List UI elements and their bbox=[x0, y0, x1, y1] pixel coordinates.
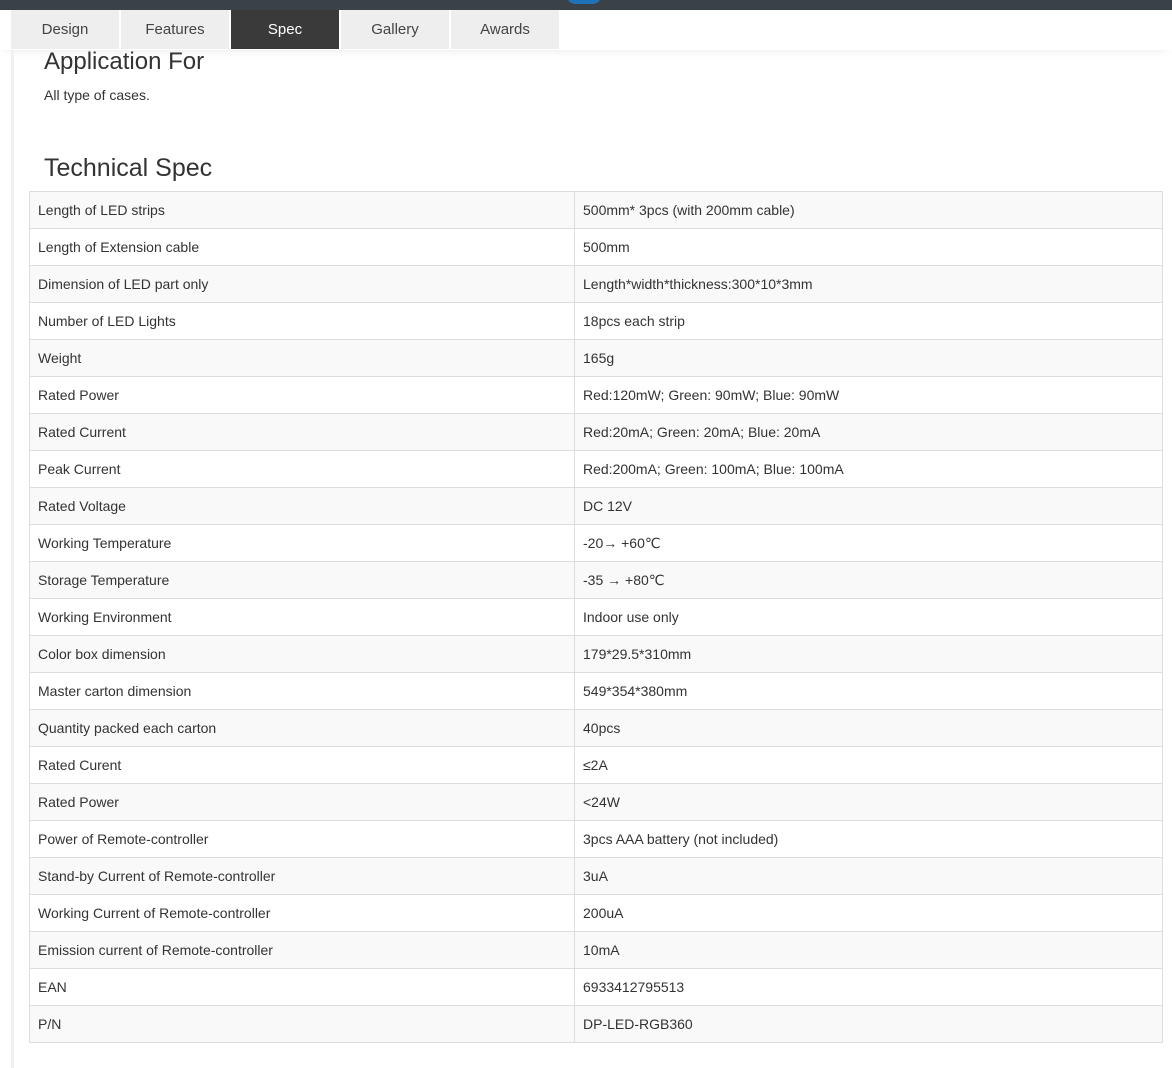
spec-row: Weight 165g bbox=[29, 339, 1163, 377]
spec-key: Rated Curent bbox=[29, 746, 575, 784]
spec-key: Emission current of Remote-controller bbox=[29, 931, 575, 969]
application-heading: Application For bbox=[44, 48, 205, 75]
product-tabs: Design Features Spec Gallery Awards bbox=[11, 10, 561, 49]
spec-row: Dimension of LED part only Length*width*t… bbox=[29, 265, 1163, 303]
spec-value: Indoor use only bbox=[574, 598, 1163, 636]
spec-value: -20→ +60℃ bbox=[574, 524, 1163, 562]
spec-value: 500mm bbox=[574, 228, 1163, 266]
spec-row: Length of LED strips 500mm* 3pcs (with 20… bbox=[29, 191, 1163, 229]
spec-row: Working Environment Indoor use only bbox=[29, 598, 1163, 636]
spec-value: 40pcs bbox=[574, 709, 1163, 747]
spec-key: Weight bbox=[29, 339, 575, 377]
navbar-indicator bbox=[566, 0, 602, 4]
tab-gallery[interactable]: Gallery bbox=[341, 10, 449, 49]
spec-row: Number of LED Lights 18pcs each strip bbox=[29, 302, 1163, 340]
spec-row: Rated Curent ≤2A bbox=[29, 746, 1163, 784]
spec-key: Peak Current bbox=[29, 450, 575, 488]
tab-awards[interactable]: Awards bbox=[451, 10, 559, 49]
spec-key: Stand-by Current of Remote-controller bbox=[29, 857, 575, 895]
spec-row: EAN 6933412795513 bbox=[29, 968, 1163, 1006]
content-left-border bbox=[11, 50, 14, 1068]
spec-key: Quantity packed each carton bbox=[29, 709, 575, 747]
spec-key: Working Environment bbox=[29, 598, 575, 636]
spec-value: 6933412795513 bbox=[574, 968, 1163, 1006]
spec-value: 3pcs AAA battery (not included) bbox=[574, 820, 1163, 858]
spec-key: Rated Power bbox=[29, 376, 575, 414]
spec-key: Master carton dimension bbox=[29, 672, 575, 710]
spec-value: 549*354*380mm bbox=[574, 672, 1163, 710]
spec-row: Length of Extension cable 500mm bbox=[29, 228, 1163, 266]
spec-row: Rated Voltage DC 12V bbox=[29, 487, 1163, 525]
spec-value: 500mm* 3pcs (with 200mm cable) bbox=[574, 191, 1163, 229]
spec-value: 18pcs each strip bbox=[574, 302, 1163, 340]
tab-design[interactable]: Design bbox=[11, 10, 119, 49]
spec-value: -35 → +80℃ bbox=[574, 561, 1163, 599]
spec-key: P/N bbox=[29, 1005, 575, 1043]
spec-row: Peak Current Red:200mA; Green: 100mA; Blu… bbox=[29, 450, 1163, 488]
spec-table-body: Length of LED strips 500mm* 3pcs (with 20… bbox=[29, 191, 1163, 1043]
tab-spec[interactable]: Spec bbox=[231, 10, 339, 49]
spec-row: Power of Remote-controller 3pcs AAA batte… bbox=[29, 820, 1163, 858]
tab-features[interactable]: Features bbox=[121, 10, 229, 49]
spec-key: Color box dimension bbox=[29, 635, 575, 673]
spec-row: Rated Current Red:20mA; Green: 20mA; Blue… bbox=[29, 413, 1163, 451]
technical-spec-heading: Technical Spec bbox=[44, 154, 213, 182]
spec-row: Rated Power <24W bbox=[29, 783, 1163, 821]
spec-value: 179*29.5*310mm bbox=[574, 635, 1163, 673]
spec-value: Red:200mA; Green: 100mA; Blue: 100mA bbox=[574, 450, 1163, 488]
spec-row: Rated Power Red:120mW; Green: 90mW; Blue:… bbox=[29, 376, 1163, 414]
spec-value: 200uA bbox=[574, 894, 1163, 932]
spec-key: Power of Remote-controller bbox=[29, 820, 575, 858]
spec-table: Length of LED strips 500mm* 3pcs (with 20… bbox=[29, 191, 1163, 1043]
top-navbar bbox=[0, 0, 1172, 10]
spec-key: EAN bbox=[29, 968, 575, 1006]
spec-row: P/N DP-LED-RGB360 bbox=[29, 1005, 1163, 1043]
spec-row: Emission current of Remote-controller 10m… bbox=[29, 931, 1163, 969]
spec-key: Working Temperature bbox=[29, 524, 575, 562]
spec-key: Working Current of Remote-controller bbox=[29, 894, 575, 932]
spec-key: Number of LED Lights bbox=[29, 302, 575, 340]
spec-key: Rated Power bbox=[29, 783, 575, 821]
spec-value: DP-LED-RGB360 bbox=[574, 1005, 1163, 1043]
spec-row: Storage Temperature -35 → +80℃ bbox=[29, 561, 1163, 599]
spec-row: Working Temperature -20→ +60℃ bbox=[29, 524, 1163, 562]
spec-key: Length of LED strips bbox=[29, 191, 575, 229]
spec-row: Stand-by Current of Remote-controller 3uA bbox=[29, 857, 1163, 895]
spec-row: Quantity packed each carton 40pcs bbox=[29, 709, 1163, 747]
spec-value: Length*width*thickness:300*10*3mm bbox=[574, 265, 1163, 303]
spec-key: Storage Temperature bbox=[29, 561, 575, 599]
spec-key: Length of Extension cable bbox=[29, 228, 575, 266]
spec-row: Color box dimension 179*29.5*310mm bbox=[29, 635, 1163, 673]
application-text: All type of cases. bbox=[44, 87, 150, 103]
spec-key: Rated Voltage bbox=[29, 487, 575, 525]
spec-row: Working Current of Remote-controller 200u… bbox=[29, 894, 1163, 932]
spec-row: Master carton dimension 549*354*380mm bbox=[29, 672, 1163, 710]
spec-key: Rated Current bbox=[29, 413, 575, 451]
spec-value: Red:120mW; Green: 90mW; Blue: 90mW bbox=[574, 376, 1163, 414]
spec-value: 165g bbox=[574, 339, 1163, 377]
spec-value: <24W bbox=[574, 783, 1163, 821]
spec-value: ≤2A bbox=[574, 746, 1163, 784]
spec-value: Red:20mA; Green: 20mA; Blue: 20mA bbox=[574, 413, 1163, 451]
spec-value: DC 12V bbox=[574, 487, 1163, 525]
spec-key: Dimension of LED part only bbox=[29, 265, 575, 303]
spec-value: 3uA bbox=[574, 857, 1163, 895]
spec-value: 10mA bbox=[574, 931, 1163, 969]
